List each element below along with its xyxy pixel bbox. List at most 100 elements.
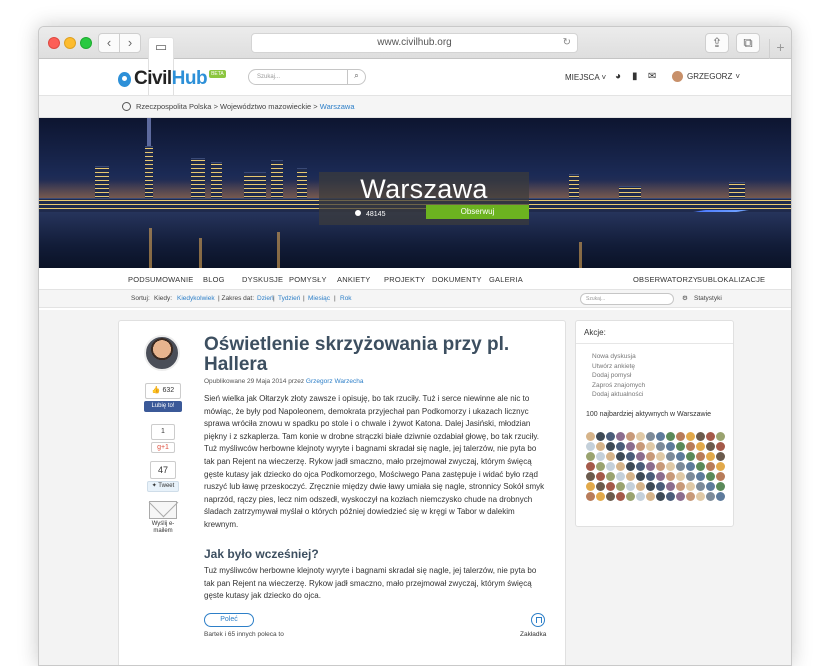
tab-gallery[interactable]: GALERIA [489, 275, 523, 284]
user-avatar[interactable] [626, 462, 635, 471]
search-icon[interactable]: ⌕ [347, 69, 365, 85]
user-avatar[interactable] [646, 432, 655, 441]
stats-link[interactable]: Statystyki [694, 290, 722, 308]
user-avatar[interactable] [616, 452, 625, 461]
user-avatar[interactable] [676, 482, 685, 491]
follow-button[interactable]: Obserwuj [426, 205, 529, 219]
user-avatar[interactable] [696, 452, 705, 461]
user-avatar[interactable] [626, 432, 635, 441]
user-avatar[interactable] [586, 482, 595, 491]
user-avatar[interactable] [626, 492, 635, 501]
user-avatar[interactable] [596, 492, 605, 501]
user-avatar[interactable] [586, 492, 595, 501]
filter-month[interactable]: Miesiąc [308, 290, 330, 308]
breadcrumb-country[interactable]: Rzeczpospolita Polska [136, 102, 211, 111]
user-avatar[interactable] [706, 452, 715, 461]
tab-ideas[interactable]: POMYSŁY [289, 275, 327, 284]
user-avatar[interactable] [606, 492, 615, 501]
user-avatar[interactable] [666, 462, 675, 471]
user-avatar[interactable] [686, 472, 695, 481]
user-avatar[interactable] [646, 442, 655, 451]
user-avatar[interactable] [696, 472, 705, 481]
user-avatar[interactable] [656, 452, 665, 461]
user-avatar[interactable] [586, 452, 595, 461]
user-avatar[interactable] [716, 482, 725, 491]
user-avatar[interactable] [716, 432, 725, 441]
user-avatar[interactable] [666, 442, 675, 451]
user-avatar[interactable] [606, 472, 615, 481]
user-avatar[interactable] [656, 432, 665, 441]
user-avatar[interactable] [716, 462, 725, 471]
user-avatar[interactable] [626, 452, 635, 461]
user-avatar[interactable] [656, 462, 665, 471]
user-avatar[interactable] [596, 452, 605, 461]
user-avatar[interactable] [686, 452, 695, 461]
user-avatar[interactable] [596, 442, 605, 451]
user-avatar[interactable] [676, 442, 685, 451]
address-bar[interactable]: www.civilhub.org ↻ [251, 33, 578, 53]
tab-discussions[interactable]: DYSKUSJE [242, 275, 283, 284]
new-tab-button[interactable]: + [769, 39, 791, 59]
user-avatar[interactable] [616, 482, 625, 491]
civilhub-logo[interactable]: Civil Hub BETA [118, 68, 226, 90]
user-avatar[interactable] [636, 452, 645, 461]
user-avatar[interactable] [706, 432, 715, 441]
user-avatar[interactable] [696, 442, 705, 451]
user-avatar[interactable] [716, 492, 725, 501]
user-avatar[interactable] [606, 482, 615, 491]
mail-icon[interactable]: ✉ [648, 71, 656, 82]
user-avatar[interactable] [586, 432, 595, 441]
user-avatar[interactable] [686, 482, 695, 491]
action-add-idea[interactable]: Dodaj pomysł [592, 371, 645, 381]
user-avatar[interactable] [606, 442, 615, 451]
tab-summary[interactable]: PODSUMOWANIE [128, 275, 193, 284]
action-create-poll[interactable]: Utwórz ankietę [592, 362, 645, 372]
user-avatar[interactable] [716, 452, 725, 461]
close-window-button[interactable] [48, 37, 60, 49]
tab-projects[interactable]: PROJEKTY [384, 275, 425, 284]
user-avatar[interactable] [696, 492, 705, 501]
tab-polls[interactable]: ANKIETY [337, 275, 371, 284]
user-avatar[interactable] [616, 472, 625, 481]
filter-week[interactable]: Tydzień [278, 290, 300, 308]
filter-year[interactable]: Rok [340, 290, 352, 308]
action-add-news[interactable]: Dodaj aktualności [592, 390, 645, 400]
user-avatar[interactable] [666, 452, 675, 461]
user-avatar[interactable] [606, 432, 615, 441]
user-avatar[interactable] [596, 482, 605, 491]
user-avatar[interactable] [636, 432, 645, 441]
tab-documents[interactable]: DOKUMENTY [432, 275, 482, 284]
user-avatar[interactable] [666, 472, 675, 481]
user-avatar[interactable] [696, 482, 705, 491]
bookmark-icon[interactable] [531, 613, 545, 627]
user-avatar[interactable] [626, 442, 635, 451]
user-avatar[interactable] [676, 432, 685, 441]
user-avatar[interactable] [686, 462, 695, 471]
gplus-button[interactable]: g+1 [151, 442, 175, 453]
user-avatar[interactable] [656, 482, 665, 491]
user-avatar[interactable] [666, 432, 675, 441]
action-new-discussion[interactable]: Nowa dyskusja [592, 352, 645, 362]
tabs-overview-icon[interactable]: ⧉ [736, 33, 760, 53]
filter-anytime[interactable]: Kiedykolwiek [177, 290, 215, 308]
user-avatar[interactable] [646, 452, 655, 461]
user-avatar[interactable] [596, 462, 605, 471]
email-share[interactable]: Wyślij e-mailem [145, 501, 181, 535]
places-menu[interactable]: MIEJSCA ˅ [565, 73, 606, 82]
user-avatar[interactable] [626, 482, 635, 491]
user-avatar[interactable] [686, 442, 695, 451]
user-avatar[interactable] [706, 442, 715, 451]
user-avatar[interactable] [676, 462, 685, 471]
user-avatar[interactable] [706, 472, 715, 481]
tab-sublocations[interactable]: SUBLOKALIZACJE [697, 275, 765, 284]
breadcrumb-region[interactable]: Województwo mazowieckie [220, 102, 311, 111]
user-avatar[interactable] [656, 492, 665, 501]
user-avatar[interactable] [616, 492, 625, 501]
user-avatar[interactable] [636, 482, 645, 491]
user-avatar[interactable] [656, 472, 665, 481]
user-avatar[interactable] [586, 472, 595, 481]
user-avatar[interactable] [616, 462, 625, 471]
user-avatar[interactable] [646, 462, 655, 471]
user-avatar[interactable] [616, 432, 625, 441]
user-avatar[interactable] [686, 492, 695, 501]
